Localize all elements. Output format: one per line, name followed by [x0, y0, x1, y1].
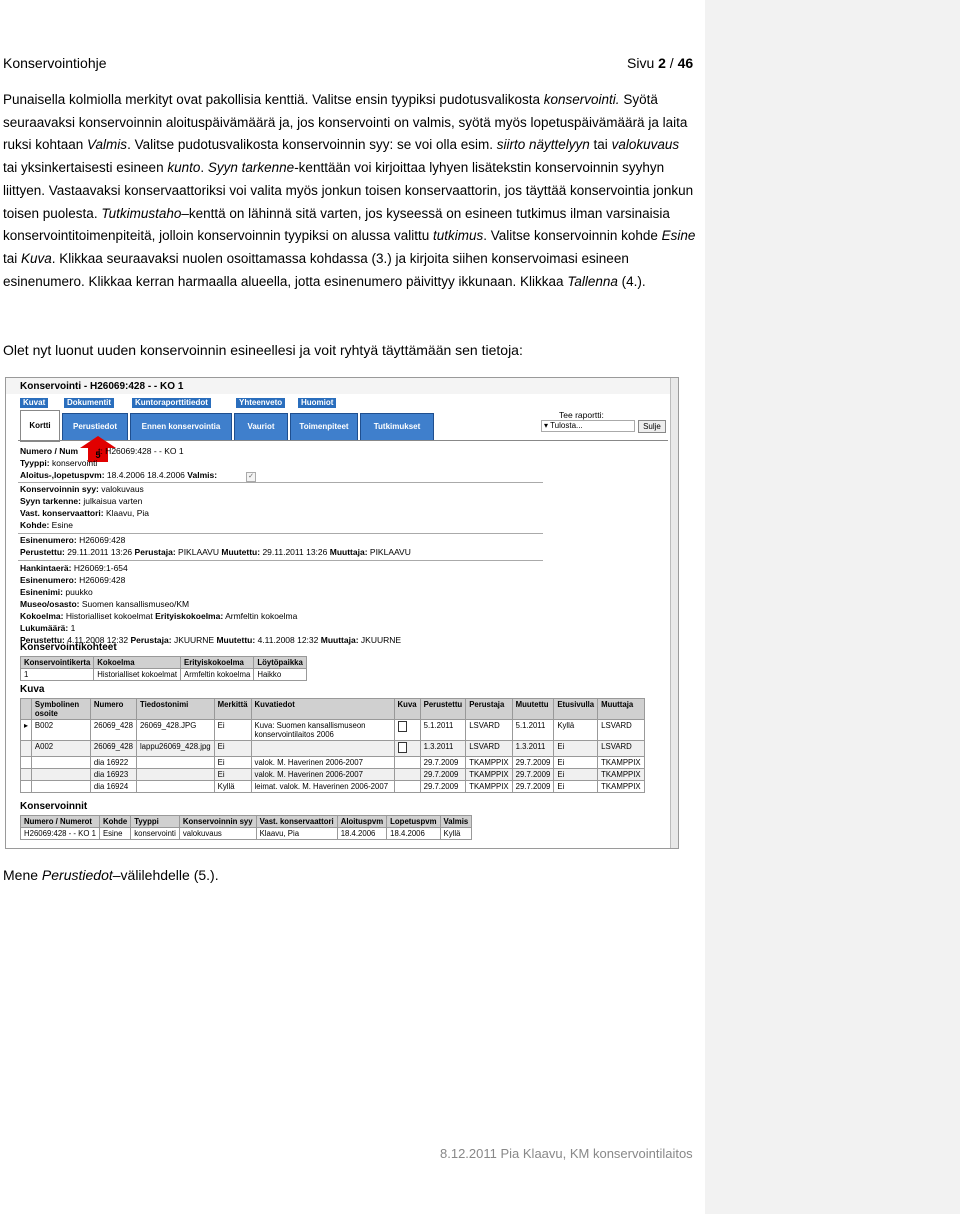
table-row[interactable]: H26069:428 - - KO 1 Esine konservointi v… — [20, 827, 473, 840]
column-header[interactable]: Numero / Numerot — [20, 815, 100, 828]
field-vast-konservaattori: Vast. konservaattori: Klaavu, Pia — [20, 508, 149, 518]
tab-toimenpiteet[interactable]: Toimenpiteet — [290, 413, 358, 441]
table-row[interactable]: ▸ B002 26069_428 26069_428.JPG Ei Kuva: … — [20, 719, 645, 741]
column-header[interactable]: Kohde — [98, 815, 132, 828]
tab-vauriot[interactable]: Vauriot — [234, 413, 288, 441]
column-header[interactable]: Kuva — [393, 698, 421, 720]
table-row[interactable]: dia 16922 Ei valok. M. Haverinen 2006-20… — [20, 756, 645, 769]
window-title: Konservointi - H26069:428 - - KO 1 — [20, 381, 184, 392]
column-header[interactable]: Löytöpaikka — [253, 656, 307, 669]
nav-button-kuvat[interactable]: Kuvat — [20, 398, 49, 408]
footer: 8.12.2011 Pia Klaavu, KM konservointilai… — [440, 1146, 693, 1161]
tab-kortti[interactable]: Kortti — [20, 410, 60, 442]
divider — [18, 533, 543, 534]
column-header[interactable]: Aloituspvm — [336, 815, 388, 828]
nav-button-huomiot[interactable]: Huomiot — [298, 398, 337, 408]
column-header[interactable]: Konservointikerta — [19, 656, 95, 669]
field-aloitus: Aloitus-,lopetuspvm: 18.4.2006 18.4.2006… — [20, 470, 218, 480]
nav-button-dokumentit[interactable]: Dokumentit — [64, 398, 114, 408]
field-syy: Konservoinnin syy: valokuvaus — [20, 484, 144, 494]
column-header[interactable]: Vast. konservaattori — [255, 815, 338, 828]
column-header[interactable]: Muutettu — [511, 698, 555, 720]
column-header[interactable]: Lopetuspvm — [386, 815, 441, 828]
report-select[interactable]: ▾ Tulosta... — [541, 420, 635, 432]
kuva-table: Symbolinen osoite Numero Tiedostonimi Me… — [20, 698, 645, 793]
column-header[interactable]: Symbolinen osoite — [30, 698, 91, 720]
column-header[interactable]: Perustaja — [465, 698, 513, 720]
field-lukumaara: Lukumäärä: 1 — [20, 623, 76, 633]
instruction-paragraph: Punaisella kolmiolla merkityt ovat pakol… — [3, 92, 696, 289]
document-icon[interactable] — [397, 742, 407, 753]
table-row[interactable]: dia 16923 Ei valok. M. Haverinen 2006-20… — [20, 768, 645, 781]
column-header[interactable]: Tyyppi — [130, 815, 180, 828]
document-title: Konservointiohje — [3, 55, 107, 71]
field-perustettu: Perustettu: 29.11.2011 13:26 Perustaja: … — [20, 547, 411, 557]
scrollbar[interactable] — [670, 378, 678, 848]
column-header[interactable]: Etusivulla — [553, 698, 599, 720]
next-step-text: Mene Perustiedot–välilehdelle (5.). — [3, 867, 219, 883]
section-kuva: Kuva — [20, 684, 45, 695]
field-tyyppi: Tyyppi: konservointi — [20, 458, 98, 468]
column-header[interactable]: Kokoelma — [93, 656, 182, 669]
field-esinenumero-2: Esinenumero: H26069:428 — [20, 575, 126, 585]
field-kohde: Kohde: Esine — [20, 520, 73, 530]
column-header[interactable]: Tiedostonimi — [135, 698, 215, 720]
column-header[interactable]: Merkittä — [213, 698, 252, 720]
column-header[interactable]: Erityiskokoelma — [180, 656, 255, 669]
field-museo: Museo/osasto: Suomen kansallismuseo/KM — [20, 599, 190, 609]
column-header[interactable]: Muuttaja — [597, 698, 645, 720]
table-row[interactable]: 1 Historialliset kokoelmat Armfeltin kok… — [19, 668, 307, 681]
field-hankintaera: Hankintaerä: H26069:1-654 — [20, 563, 128, 573]
table-row[interactable]: dia 16924 Kyllä leimat. valok. M. Haveri… — [20, 780, 645, 793]
page-number: Sivu 2 / 46 — [627, 55, 694, 71]
app-screenshot: Konservointi - H26069:428 - - KO 1 Kuvat… — [5, 377, 679, 849]
field-numero: Numero / Num t: H26069:428 - - KO 1 — [20, 446, 184, 456]
field-kokoelma: Kokoelma: Historialliset kokoelmat Erity… — [20, 611, 298, 621]
divider — [18, 482, 543, 483]
column-header[interactable]: Kuvatiedot — [250, 698, 395, 720]
column-header[interactable]: Numero — [89, 698, 137, 720]
kohteet-table: Konservointikerta Kokoelma Erityiskokoel… — [19, 656, 307, 681]
section-konservoinnit: Konservoinnit — [20, 801, 88, 812]
field-esinenumero: Esinenumero: H26069:428 — [20, 535, 126, 545]
section-konservointikohteet: Konservointikohteet — [20, 642, 117, 653]
konservoinnit-table: Numero / Numerot Kohde Tyyppi Konservoin… — [20, 815, 473, 840]
table-row[interactable]: A002 26069_428 lappu26069_428.jpg Ei 1.3… — [20, 740, 645, 757]
column-header[interactable]: Perustettu — [419, 698, 467, 720]
tab-tutkimukset[interactable]: Tutkimukset — [360, 413, 434, 441]
intro-text: Olet nyt luonut uuden konservoinnin esin… — [3, 342, 523, 358]
divider — [18, 560, 543, 561]
tab-ennen-konservointia[interactable]: Ennen konservointia — [130, 413, 232, 441]
nav-button-kuntoraporttitiedot[interactable]: Kuntoraporttitiedot — [132, 398, 211, 408]
column-header[interactable]: Konservoinnin syy — [178, 815, 257, 828]
field-tarkenne: Syyn tarkenne: julkaisua varten — [20, 496, 143, 506]
report-label: Tee raportti: — [559, 410, 604, 420]
right-margin-panel — [705, 0, 960, 1214]
document-icon[interactable] — [397, 721, 407, 732]
column-header[interactable]: Valmis — [439, 815, 473, 828]
close-button[interactable]: Sulje — [638, 420, 666, 433]
field-esinenimi: Esinenimi: puukko — [20, 587, 93, 597]
valmis-checkbox[interactable]: ✓ — [246, 472, 256, 482]
nav-button-yhteenveto[interactable]: Yhteenveto — [236, 398, 286, 408]
column-header[interactable] — [20, 698, 32, 720]
